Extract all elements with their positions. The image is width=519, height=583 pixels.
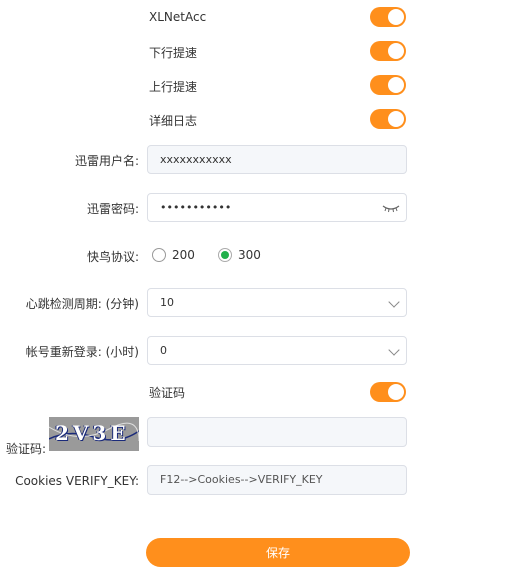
password-value: ••••••••••• (160, 201, 232, 214)
relogin-value: 0 (160, 344, 167, 357)
xlnetacc-label: XLNetAcc (149, 10, 207, 24)
username-field[interactable]: xxxxxxxxxxx (147, 145, 407, 174)
protocol-label: 快鸟协议: (86, 250, 139, 264)
protocol-300-radio[interactable] (218, 248, 232, 262)
toggle-knob (388, 9, 404, 25)
captcha-toggle-label: 验证码 (149, 386, 186, 400)
cookies-placeholder: F12-->Cookies-->VERIFY_KEY (160, 473, 323, 486)
protocol-300-label: 300 (238, 248, 261, 262)
toggle-knob (388, 384, 404, 400)
captcha-label: 验证码: (6, 442, 47, 456)
chevron-down-icon (388, 344, 400, 356)
save-button[interactable]: 保存 (146, 538, 410, 567)
download-boost-label: 下行提速 (149, 46, 198, 60)
heartbeat-label: 心跳检测周期: (分钟) (25, 297, 139, 311)
cookies-input[interactable]: F12-->Cookies-->VERIFY_KEY (147, 465, 407, 495)
captcha-toggle[interactable] (370, 382, 406, 402)
cookies-label: Cookies VERIFY_KEY: (15, 474, 139, 488)
xlnetacc-toggle[interactable] (370, 7, 406, 27)
captcha-image[interactable]: 2V3E (49, 417, 139, 451)
heartbeat-value: 10 (160, 296, 174, 309)
toggle-knob (388, 43, 404, 59)
upload-boost-toggle[interactable] (370, 75, 406, 95)
chevron-down-icon (388, 296, 400, 308)
password-field[interactable]: ••••••••••• (147, 193, 407, 222)
toggle-knob (388, 77, 404, 93)
captcha-image-text: 2V3E (55, 421, 130, 445)
username-value: xxxxxxxxxxx (160, 153, 232, 166)
eye-closed-icon[interactable] (382, 202, 400, 214)
heartbeat-select[interactable]: 10 (147, 288, 407, 317)
captcha-input[interactable] (147, 417, 407, 447)
download-boost-toggle[interactable] (370, 41, 406, 61)
upload-boost-label: 上行提速 (149, 80, 198, 94)
password-label: 迅雷密码: (86, 202, 139, 216)
protocol-200-label: 200 (172, 248, 195, 262)
username-label: 迅雷用户名: (74, 154, 139, 168)
toggle-knob (388, 111, 404, 127)
verbose-log-toggle[interactable] (370, 109, 406, 129)
relogin-label: 帐号重新登录: (小时) (25, 345, 139, 359)
protocol-200-radio[interactable] (152, 248, 166, 262)
verbose-log-label: 详细日志 (149, 114, 198, 128)
relogin-select[interactable]: 0 (147, 336, 407, 365)
